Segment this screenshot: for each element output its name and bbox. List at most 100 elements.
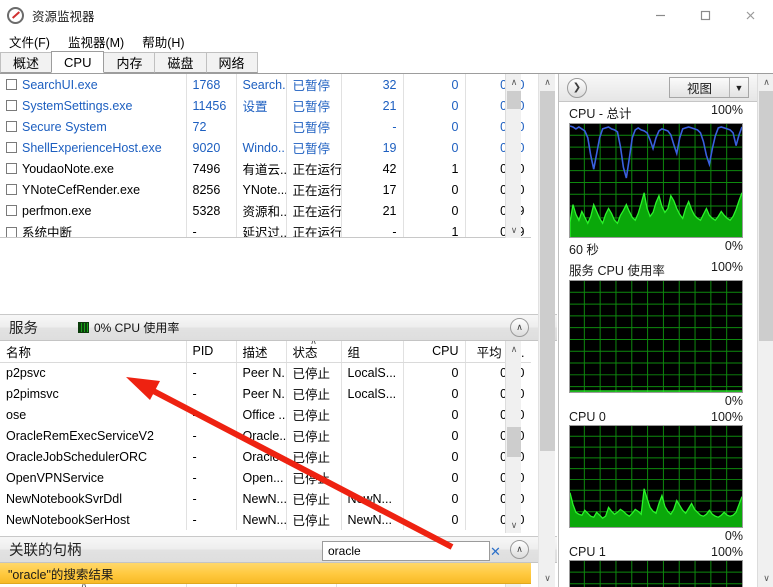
service-name: OracleRemExecServiceV2 [0, 425, 187, 446]
table-row[interactable]: SearchUI.exe 1768 Search... 已暂停 32 0 0.0… [0, 74, 531, 95]
row-checkbox[interactable] [6, 204, 17, 216]
table-row[interactable]: p2psvc - Peer N... 已停止 LocalS... 0 0.00 [0, 362, 531, 383]
service-desc: Office ... [236, 404, 287, 425]
table-row[interactable]: SystemSettings.exe 11456 设置 已暂停 21 0 0.0… [0, 95, 531, 116]
services-section-header[interactable]: 服务 0% CPU 使用率 ∧ [0, 314, 557, 341]
table-row[interactable]: ShellExperienceHost.exe 9020 Windo... 已暂… [0, 137, 531, 158]
menu-monitor[interactable]: 监视器(M) [59, 30, 133, 53]
service-desc: Oracle... [236, 425, 287, 446]
search-input[interactable] [323, 542, 486, 560]
scroll-down-icon[interactable]: ∨ [506, 222, 522, 238]
processes-scrollbar[interactable]: ∧ ∨ [505, 74, 521, 238]
scroll-up-icon[interactable]: ∧ [758, 74, 773, 91]
table-row[interactable]: OracleRemExecServiceV2 - Oracle... 已停止 0… [0, 425, 531, 446]
monitor-content-area: SearchUI.exe 1768 Search... 已暂停 32 0 0.0… [0, 74, 557, 587]
services-list[interactable]: 名称 PID 描述 ∧ 状态 组 CPU 平均 C... p2psvc - Pe… [0, 341, 531, 533]
services-collapse-button[interactable]: ∧ [510, 318, 529, 337]
service-desc: Peer N... [236, 362, 287, 383]
service-avgcpu: 0.00 [465, 425, 531, 446]
tab-overview[interactable]: 概述 [0, 52, 53, 73]
row-checkbox[interactable] [6, 99, 17, 111]
view-dropdown-button[interactable]: 视图 ▼ [669, 77, 749, 98]
maximize-button[interactable] [683, 0, 728, 30]
content-area-scrollbar[interactable]: ∧ ∨ [538, 74, 555, 587]
menu-help[interactable]: 帮助(H) [133, 30, 193, 53]
graph-title: CPU - 总计 [569, 107, 632, 121]
services-col-desc[interactable]: 描述 [236, 341, 287, 363]
process-cpu: 0 [403, 137, 466, 158]
table-row[interactable]: OpenVPNService - Open... 已停止 0 0.00 [0, 467, 531, 488]
scrollbar-thumb[interactable] [507, 91, 521, 109]
graph-title: CPU 0 [569, 410, 606, 424]
clear-search-icon[interactable]: ✕ [486, 545, 505, 558]
table-row[interactable]: perfmon.exe 5328 资源和... 正在运行 21 0 0.49 [0, 200, 531, 221]
scroll-down-icon[interactable]: ∨ [758, 570, 773, 587]
row-checkbox[interactable] [6, 227, 17, 237]
services-col-pid[interactable]: PID [186, 341, 237, 363]
service-cpu: 0 [403, 425, 466, 446]
tab-memory[interactable]: 内存 [103, 52, 156, 73]
services-col-group[interactable]: 组 [341, 341, 404, 363]
scroll-down-icon[interactable]: ∨ [506, 517, 522, 533]
process-threads: 32 [341, 74, 404, 95]
tab-cpu[interactable]: CPU [51, 51, 105, 73]
services-col-name[interactable]: 名称 [0, 341, 187, 363]
close-button[interactable] [728, 0, 773, 30]
process-pid: 7496 [186, 158, 237, 179]
service-name: OracleJobSchedulerORC [0, 446, 187, 467]
handles-title: 关联的句柄 [9, 543, 82, 559]
table-row[interactable]: YoudaoNote.exe 7496 有道云... 正在运行 42 1 0.9… [0, 158, 531, 179]
table-row[interactable]: YNoteCefRender.exe 8256 YNote... 正在运行 17… [0, 179, 531, 200]
row-checkbox[interactable] [6, 120, 17, 132]
services-col-cpu[interactable]: CPU [403, 341, 466, 363]
table-row[interactable]: NewNotebookSvrDdl - NewN... 已停止 NewN... … [0, 488, 531, 509]
handles-section-header[interactable]: 关联的句柄 ✕ ∧ [0, 536, 557, 563]
service-cpu: 0 [403, 362, 466, 383]
table-row[interactable]: 系统中断 - 延迟过... 正在运行 - 1 0.49 [0, 221, 531, 237]
graph-scroll-area[interactable]: CPU - 总计 100% 60 秒 0% 服务 CPU 使用率 100% 0%… [559, 102, 757, 587]
graph-panel-scrollbar[interactable]: ∧ ∨ [757, 74, 773, 587]
service-status: 已停止 [286, 404, 342, 425]
service-status: 已停止 [286, 383, 342, 404]
process-status: 已暂停 [286, 116, 342, 137]
scrollbar-thumb[interactable] [507, 427, 521, 457]
graph-cpu1: CPU 1 100% [559, 544, 757, 587]
table-row[interactable]: ose - Office ... 已停止 0 0.00 [0, 404, 531, 425]
table-row[interactable]: OracleJobSchedulerORC - Oracle... 已停止 0 … [0, 446, 531, 467]
scroll-down-icon[interactable]: ∨ [539, 570, 556, 587]
service-status: 已停止 [286, 362, 342, 383]
table-row[interactable]: NewNotebookSerHost - NewN... 已停止 NewN...… [0, 509, 531, 530]
process-avgcpu: 0.00 [465, 116, 531, 137]
scroll-up-icon[interactable]: ∧ [539, 74, 556, 91]
processes-list[interactable]: SearchUI.exe 1768 Search... 已暂停 32 0 0.0… [0, 74, 531, 238]
scroll-up-icon[interactable]: ∧ [506, 341, 522, 357]
scrollbar-thumb[interactable] [540, 91, 555, 451]
services-col-status[interactable]: ∧ 状态 [286, 341, 342, 363]
process-desc: 设置 [236, 95, 287, 116]
handle-search-box[interactable]: ✕ [322, 541, 522, 561]
service-name: OpenVPNService [0, 467, 187, 488]
service-pid: - [186, 362, 237, 383]
tab-disk[interactable]: 磁盘 [154, 52, 207, 73]
table-row[interactable]: p2pimsvc - Peer N... 已停止 LocalS... 0 0.0… [0, 383, 531, 404]
row-checkbox[interactable] [6, 141, 17, 153]
handles-collapse-button[interactable]: ∧ [510, 540, 529, 559]
process-pid: 8256 [186, 179, 237, 200]
row-checkbox[interactable] [6, 183, 17, 195]
services-scrollbar[interactable]: ∧ ∨ [505, 341, 521, 533]
services-cpu-usage: 0% CPU 使用率 [78, 319, 179, 336]
table-row[interactable]: Secure System 72 已暂停 - 0 0.00 [0, 116, 531, 137]
chevron-right-icon[interactable]: ❯ [567, 77, 587, 98]
window-controls [638, 0, 773, 30]
service-avgcpu: 0.00 [465, 404, 531, 425]
graph-canvas [569, 425, 743, 528]
scrollbar-thumb[interactable] [759, 91, 773, 341]
process-name: SearchUI.exe [0, 74, 187, 95]
menu-file[interactable]: 文件(F) [0, 30, 59, 53]
row-checkbox[interactable] [6, 78, 17, 90]
scroll-up-icon[interactable]: ∧ [506, 74, 522, 90]
tab-network[interactable]: 网络 [205, 52, 258, 73]
row-checkbox[interactable] [6, 162, 17, 174]
service-pid: - [186, 404, 237, 425]
minimize-button[interactable] [638, 0, 683, 30]
